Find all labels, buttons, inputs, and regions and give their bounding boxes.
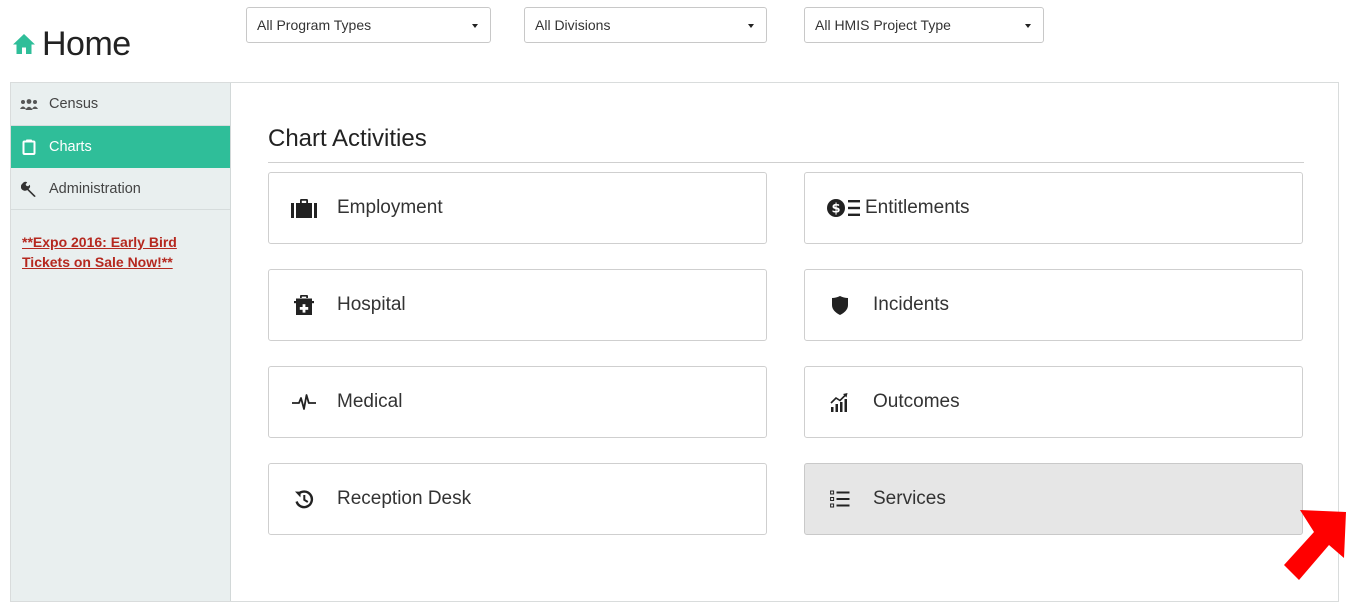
caret-down-icon <box>472 24 478 28</box>
sidebar-item-label: Charts <box>49 138 92 155</box>
shield-icon <box>827 293 853 317</box>
card-outcomes[interactable]: Outcomes <box>804 366 1303 438</box>
sidebar-item-administration[interactable]: Administration <box>11 168 230 210</box>
section-title: Chart Activities <box>268 125 1304 163</box>
sidebar-item-census[interactable]: Census <box>11 83 230 126</box>
money-list-icon: $ <box>827 196 861 220</box>
briefcase-icon <box>291 196 317 220</box>
card-label: Entitlements <box>865 197 970 218</box>
card-label: Outcomes <box>873 391 960 412</box>
division-select[interactable]: All Divisions <box>524 7 767 43</box>
sidebar: Census Charts Administration **Expo 2016… <box>11 83 231 601</box>
content-frame: Census Charts Administration **Expo 2016… <box>10 82 1339 602</box>
card-label: Hospital <box>337 294 406 315</box>
bar-chart-icon <box>827 390 853 414</box>
header: Home All Program Types All Divisions All… <box>0 0 1346 82</box>
program-type-select[interactable]: All Program Types <box>246 7 491 43</box>
hmis-project-type-select-value: All HMIS Project Type <box>815 17 951 33</box>
card-label: Services <box>873 488 946 509</box>
sidebar-item-label: Administration <box>49 180 141 197</box>
list-icon <box>827 487 853 511</box>
page-title-text: Home <box>42 24 131 63</box>
history-icon <box>291 487 317 511</box>
card-medical[interactable]: Medical <box>268 366 767 438</box>
sidebar-item-charts[interactable]: Charts <box>11 126 230 168</box>
pointer-arrow-icon <box>1280 510 1346 584</box>
card-hospital[interactable]: Hospital <box>268 269 767 341</box>
clipboard-icon <box>19 138 39 156</box>
svg-text:$: $ <box>831 202 840 217</box>
sidebar-item-label: Census <box>49 96 99 112</box>
card-services[interactable]: Services <box>804 463 1303 535</box>
caret-down-icon <box>1025 24 1031 28</box>
home-icon <box>12 32 36 56</box>
heartbeat-icon <box>291 390 317 414</box>
card-label: Medical <box>337 391 403 412</box>
hmis-project-type-select[interactable]: All HMIS Project Type <box>804 7 1044 43</box>
chart-activities-panel: Chart Activities Employment $ Entitlemen… <box>268 83 1304 601</box>
page-title: Home <box>12 22 131 66</box>
promo-link[interactable]: **Expo 2016: Early Bird Tickets on Sale … <box>22 232 220 272</box>
card-entitlements[interactable]: $ Entitlements <box>804 172 1303 244</box>
card-employment[interactable]: Employment <box>268 172 767 244</box>
caret-down-icon <box>748 24 754 28</box>
card-label: Reception Desk <box>337 488 472 509</box>
wrench-icon <box>19 180 39 198</box>
card-label: Incidents <box>873 294 950 315</box>
medkit-icon <box>291 293 317 317</box>
card-incidents[interactable]: Incidents <box>804 269 1303 341</box>
program-type-select-value: All Program Types <box>257 17 372 33</box>
division-select-value: All Divisions <box>535 17 611 33</box>
card-label: Employment <box>337 197 443 218</box>
card-reception-desk[interactable]: Reception Desk <box>268 463 767 535</box>
group-icon <box>19 95 39 113</box>
